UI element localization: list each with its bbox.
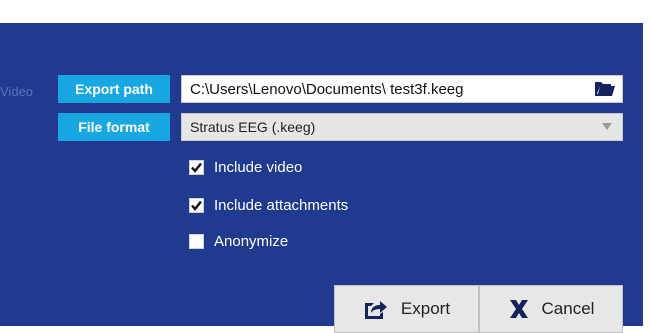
include-video-label: Include video: [214, 158, 303, 176]
chevron-down-icon[interactable]: [602, 123, 612, 130]
include-attachments-checkbox[interactable]: [189, 197, 204, 213]
checkmark-icon: [191, 162, 202, 173]
file-format-selected: Stratus EEG (.keeg): [190, 119, 316, 135]
export-dialog: Video Export path File format Stratus EE…: [0, 23, 643, 333]
cancel-button-label: Cancel: [541, 299, 595, 318]
include-attachments-option[interactable]: Include attachments: [189, 195, 348, 215]
share-export-icon: [363, 297, 389, 321]
x-icon: [508, 298, 530, 320]
export-button-label: Export: [400, 299, 451, 318]
anonymize-checkbox[interactable]: [189, 233, 204, 249]
export-path-label: Export path: [58, 75, 170, 103]
anonymize-option[interactable]: Anonymize: [189, 231, 288, 251]
folder-open-icon[interactable]: [594, 80, 616, 98]
include-video-option[interactable]: Include video: [189, 157, 302, 177]
file-format-label: File format: [58, 113, 170, 141]
include-attachments-label: Include attachments: [214, 196, 349, 214]
include-video-checkbox[interactable]: [189, 159, 204, 175]
export-path-field[interactable]: [181, 75, 623, 103]
checkmark-icon: [191, 200, 202, 211]
export-path-input[interactable]: [190, 80, 580, 98]
anonymize-label: Anonymize: [214, 232, 289, 250]
background-partial-label: Video: [0, 84, 34, 99]
export-button[interactable]: Export: [334, 285, 479, 333]
file-format-dropdown[interactable]: Stratus EEG (.keeg): [181, 113, 623, 141]
cancel-button[interactable]: Cancel: [479, 285, 623, 333]
